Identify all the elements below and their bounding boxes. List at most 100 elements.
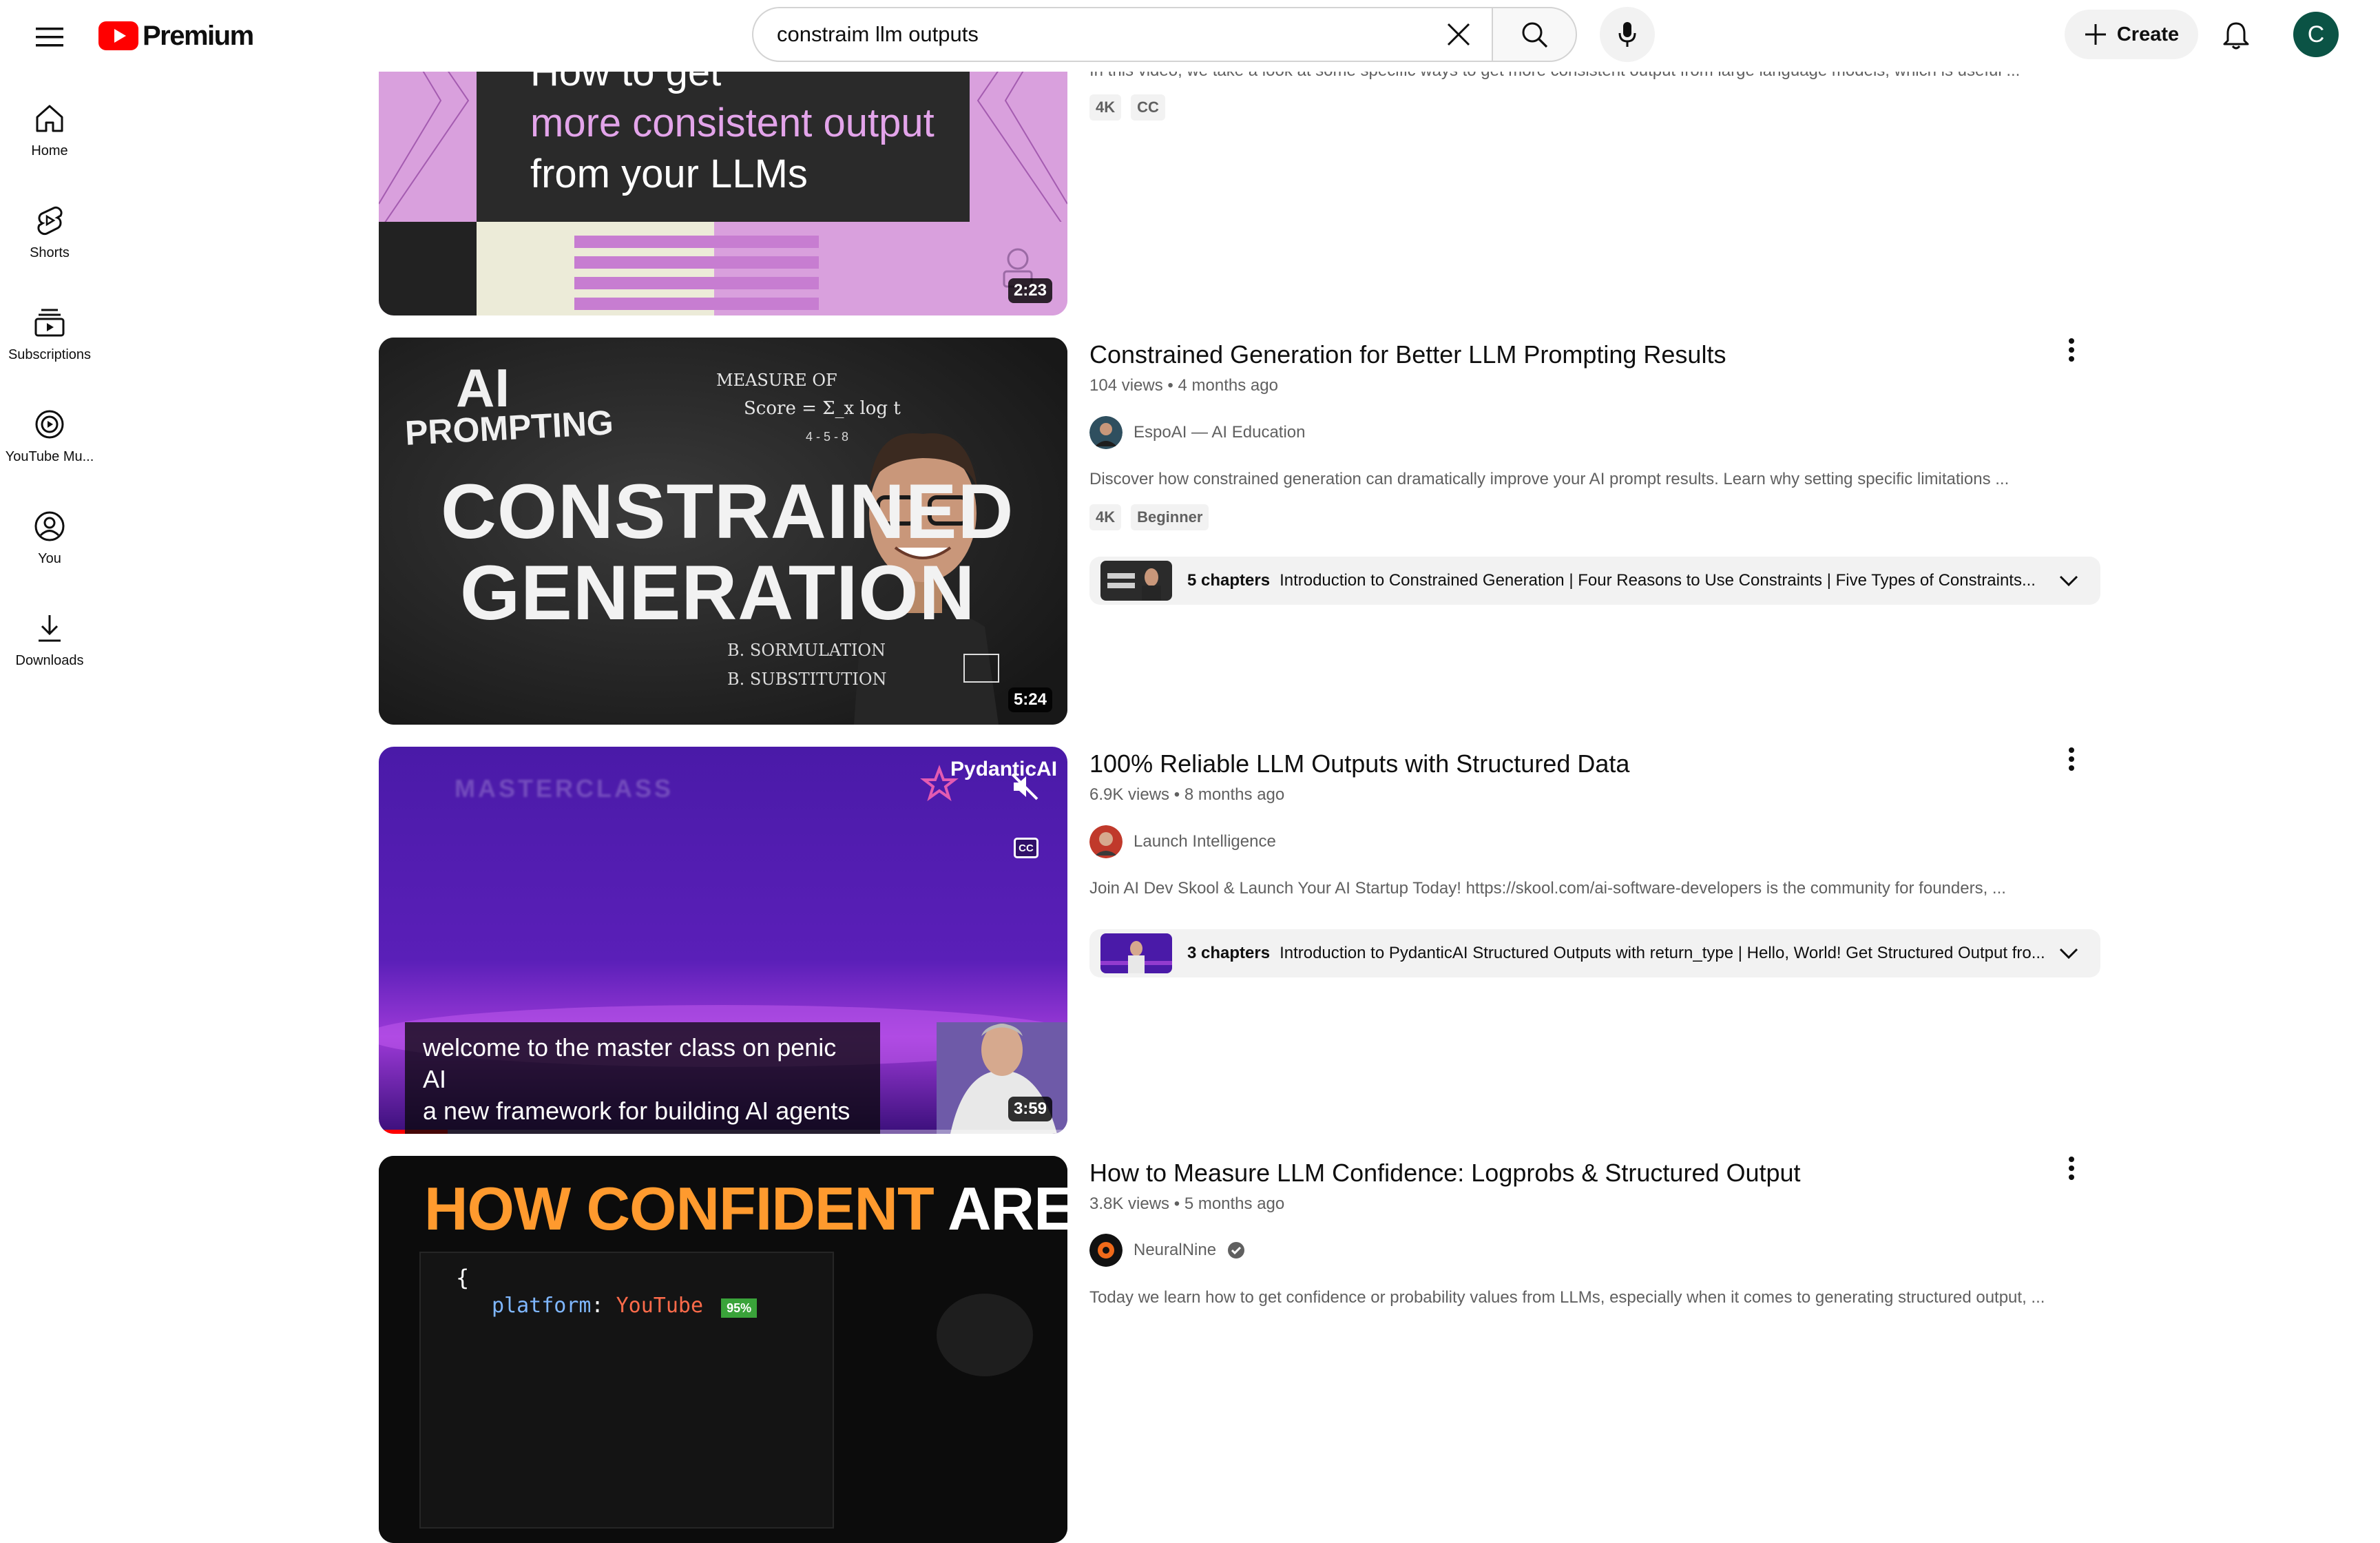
more-actions-button[interactable] bbox=[2052, 740, 2091, 778]
thumbnail-text: Score = Σ_x log t bbox=[744, 398, 901, 419]
thumbnail-text: YouTube bbox=[616, 1294, 704, 1318]
expand-chapters-button[interactable] bbox=[2055, 567, 2082, 594]
chapter-thumbnail bbox=[1100, 561, 1172, 601]
microphone-icon bbox=[1618, 22, 1636, 47]
thumbnail-text: : bbox=[591, 1294, 604, 1318]
caption-overlay: welcome to the master class on penic AI … bbox=[405, 1022, 880, 1134]
captions-button[interactable]: CC bbox=[1014, 838, 1038, 858]
meta-separator: • bbox=[1167, 376, 1178, 395]
more-actions-button[interactable] bbox=[2052, 1149, 2091, 1188]
sidebar: Home Shorts Subscriptions YouTube Mu... bbox=[0, 72, 99, 1316]
video-description: Discover how constrained generation can … bbox=[1089, 470, 2010, 488]
sidebar-item-shorts[interactable]: Shorts bbox=[0, 190, 99, 276]
thumbnail-headline: HOW CONFIDENT ARE LLMS? bbox=[424, 1174, 1067, 1244]
video-title[interactable]: How to Measure LLM Confidence: Logprobs … bbox=[1089, 1159, 1801, 1188]
video-duration: 2:23 bbox=[1008, 278, 1052, 303]
chapters-bar[interactable]: 5 chapters Introduction to Constrained G… bbox=[1089, 557, 2100, 605]
video-preview-player[interactable]: MASTERCLASS PydanticAI CC welcome to the… bbox=[379, 747, 1067, 1134]
channel-info[interactable]: Launch Intelligence bbox=[1089, 825, 1276, 858]
you-icon bbox=[34, 511, 65, 541]
more-vert-icon bbox=[2069, 747, 2074, 771]
menu-button[interactable] bbox=[28, 15, 72, 59]
youtube-premium-logo[interactable]: Premium bbox=[98, 20, 254, 52]
thumbnail-text: GENERATION bbox=[460, 550, 976, 636]
video-metadata: 3.8K views • 5 months ago bbox=[1089, 1194, 1284, 1214]
sidebar-item-label: Shorts bbox=[30, 245, 70, 260]
mute-button[interactable] bbox=[1010, 772, 1040, 802]
channel-info[interactable]: EspoAI — AI Education bbox=[1089, 416, 1305, 449]
more-actions-button[interactable] bbox=[2052, 331, 2091, 369]
video-duration: 3:59 bbox=[1008, 1097, 1052, 1121]
thumbnail-text: MEASURE OF bbox=[716, 371, 837, 390]
thumbnail-text: ARE LLMS? bbox=[948, 1174, 1067, 1243]
upload-age: 5 months ago bbox=[1184, 1194, 1285, 1213]
voice-search-button[interactable] bbox=[1600, 7, 1655, 62]
badge-list: 4K CC bbox=[1089, 94, 1165, 121]
sidebar-item-label: Subscriptions bbox=[8, 346, 92, 362]
sidebar-item-label: Home bbox=[31, 143, 68, 158]
chapters-bar[interactable]: 3 chapters Introduction to PydanticAI St… bbox=[1089, 929, 2100, 977]
video-title[interactable]: 100% Reliable LLM Outputs with Structure… bbox=[1089, 749, 1629, 778]
sidebar-item-you[interactable]: You bbox=[0, 496, 99, 581]
thumbnail-text: MASTERCLASS bbox=[455, 774, 674, 802]
verified-badge-icon bbox=[1228, 1242, 1245, 1259]
sidebar-item-label: YouTube Mu... bbox=[5, 448, 94, 464]
view-count: 6.9K views bbox=[1089, 785, 1170, 804]
thumbnail-text: CONSTRAINED bbox=[441, 468, 1014, 555]
download-icon bbox=[39, 614, 61, 641]
chevron-down-icon bbox=[2059, 948, 2078, 959]
channel-name: EspoAI — AI Education bbox=[1134, 423, 1306, 442]
view-count: 3.8K views bbox=[1089, 1194, 1170, 1213]
thumbnail-text: PydanticAI bbox=[950, 758, 1058, 780]
chapters-count: 5 chapters bbox=[1187, 571, 1271, 590]
youtube-music-icon bbox=[35, 410, 64, 438]
captions-label: CC bbox=[1019, 842, 1034, 854]
chevron-down-icon bbox=[2059, 575, 2078, 586]
channel-avatar bbox=[1089, 416, 1123, 449]
close-icon bbox=[1447, 23, 1470, 46]
create-button[interactable]: Create bbox=[2065, 10, 2198, 59]
caption-line: a new framework for building AI agents bbox=[423, 1097, 850, 1125]
video-thumbnail[interactable]: AI PROMPTING MEASURE OF Score = Σ_x log … bbox=[379, 338, 1067, 725]
clear-search-button[interactable] bbox=[1438, 14, 1479, 55]
video-duration: 5:24 bbox=[1008, 687, 1052, 712]
sidebar-item-home[interactable]: Home bbox=[0, 88, 99, 174]
account-avatar[interactable]: C bbox=[2293, 12, 2339, 57]
caption-line: welcome to the master class on penic AI bbox=[423, 1033, 837, 1093]
quality-badge: 4K bbox=[1089, 504, 1122, 530]
search-button[interactable] bbox=[1492, 7, 1577, 62]
sidebar-item-youtube-music[interactable]: YouTube Mu... bbox=[0, 394, 99, 479]
sidebar-item-downloads[interactable]: Downloads bbox=[0, 598, 99, 683]
thumbnail-code-line: platform: YouTube 95% bbox=[492, 1294, 758, 1318]
video-description: Today we learn how to get confidence or … bbox=[1089, 1288, 2045, 1307]
chapters-list: Introduction to Constrained Generation |… bbox=[1280, 571, 2036, 590]
video-metadata: 104 views • 4 months ago bbox=[1089, 376, 1278, 395]
more-vert-icon bbox=[2069, 1157, 2074, 1180]
logo-text: Premium bbox=[143, 20, 254, 51]
upload-age: 4 months ago bbox=[1178, 376, 1278, 395]
meta-separator: • bbox=[1173, 785, 1184, 804]
badge-list: 4K Beginner bbox=[1089, 504, 1209, 530]
youtube-logo-icon bbox=[98, 21, 138, 50]
channel-name: NeuralNine bbox=[1134, 1241, 1217, 1259]
notifications-button[interactable] bbox=[2213, 12, 2259, 59]
expand-chapters-button[interactable] bbox=[2055, 940, 2082, 967]
thumbnail-text: { bbox=[456, 1265, 470, 1291]
search-box[interactable] bbox=[752, 7, 1492, 62]
upload-age: 8 months ago bbox=[1184, 785, 1285, 804]
sidebar-item-subscriptions[interactable]: Subscriptions bbox=[0, 292, 99, 377]
video-title[interactable]: Constrained Generation for Better LLM Pr… bbox=[1089, 340, 1726, 369]
thumbnail-text: B. SUBSTITUTION bbox=[727, 670, 887, 689]
view-count: 104 views bbox=[1089, 376, 1163, 395]
sidebar-item-label: You bbox=[38, 550, 61, 566]
thumbnail-text: 4 - 5 - 8 bbox=[806, 430, 849, 444]
plus-icon bbox=[2085, 24, 2106, 45]
confidence-badge: 95% bbox=[721, 1298, 758, 1318]
create-label: Create bbox=[2116, 23, 2180, 45]
level-badge: Beginner bbox=[1131, 504, 1209, 530]
video-thumbnail[interactable]: HOW CONFIDENT ARE LLMS? { platform: YouT… bbox=[379, 1156, 1067, 1543]
more-vert-icon bbox=[2069, 338, 2074, 362]
search-input[interactable] bbox=[775, 21, 1398, 48]
muted-speaker-icon bbox=[1011, 773, 1038, 800]
channel-info[interactable]: NeuralNine bbox=[1089, 1234, 1245, 1267]
